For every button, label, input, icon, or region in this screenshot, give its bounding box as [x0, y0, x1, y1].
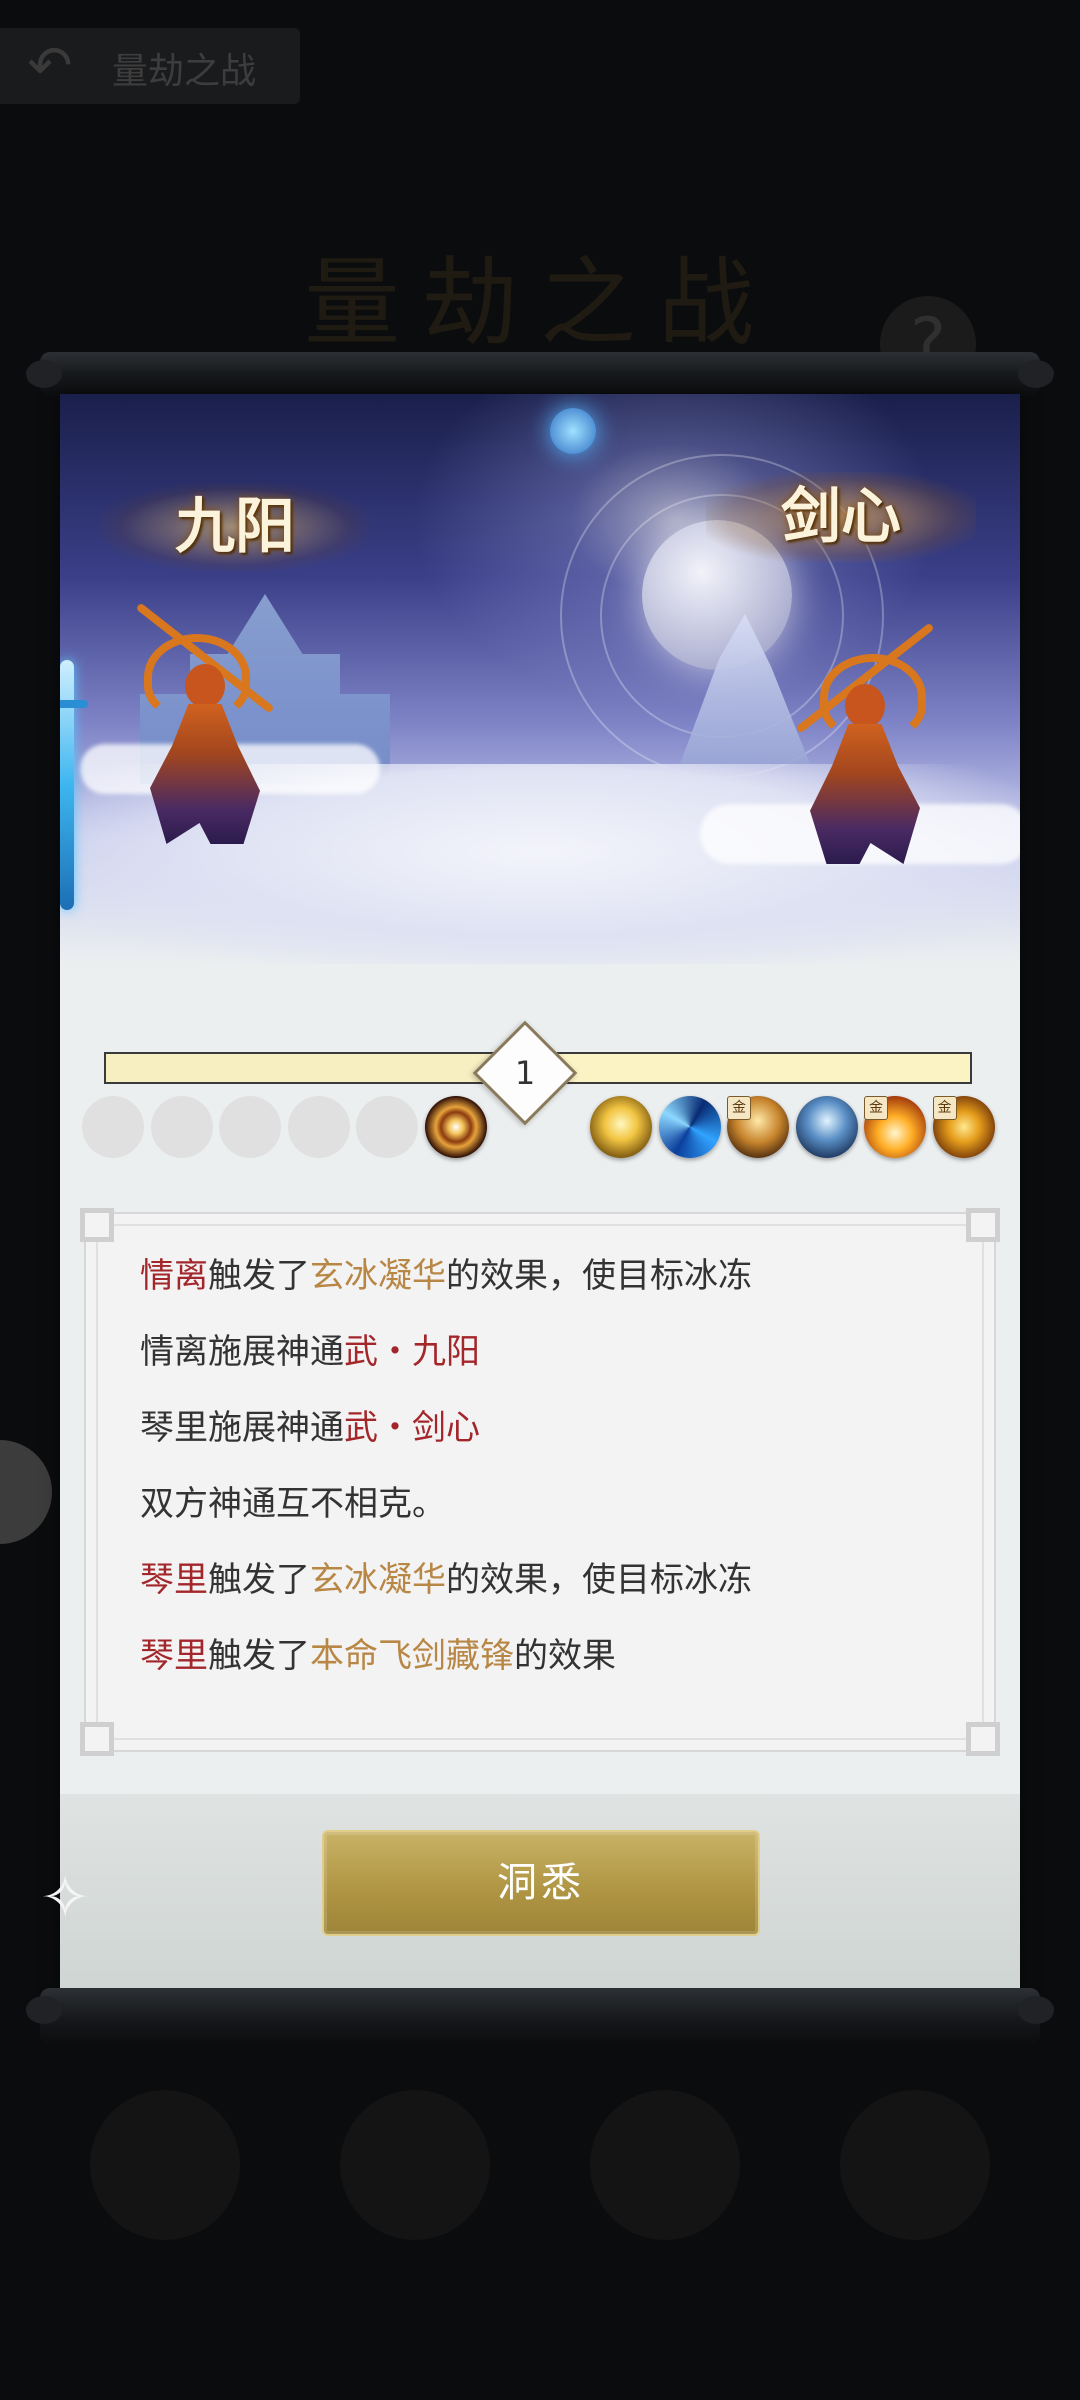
log-line: 双方神通互不相克。	[140, 1480, 752, 1556]
log-text: 的效果	[514, 1636, 616, 1676]
golden-ring-skill-icon: 金	[932, 1096, 995, 1158]
scroll-rod-bottom	[26, 1988, 1054, 2044]
blue-vortex-skill-icon	[658, 1096, 721, 1158]
background-bottom-nav	[40, 2090, 1040, 2290]
skill-tag: 金	[727, 1096, 751, 1120]
nav-bg-icon	[590, 2090, 740, 2240]
empty-skill-slot	[150, 1096, 213, 1158]
log-actor: 琴里	[140, 1560, 208, 1600]
left-fighter-silhouette	[130, 602, 280, 844]
progress-fill	[106, 1054, 538, 1082]
right-fighter-silhouette	[790, 622, 940, 864]
frame-corner	[966, 1208, 1000, 1242]
planet-icon	[550, 408, 596, 454]
back-arrow-icon[interactable]: ↶	[10, 36, 90, 96]
side-floating-button[interactable]	[0, 1440, 52, 1544]
log-text: 触发了	[208, 1560, 310, 1600]
log-text: 的效果，使目标冰冻	[446, 1560, 752, 1600]
empty-skill-slot	[287, 1096, 350, 1158]
battle-log-frame: 情离触发了玄冰凝华的效果，使目标冰冻 情离施展神通武・九阳 琴里施展神通武・剑心 双方…	[80, 1208, 1000, 1756]
log-text: 的效果，使目标冰冻	[446, 1256, 752, 1296]
log-text: 情离施展神通	[140, 1332, 344, 1372]
log-text: 触发了	[208, 1256, 310, 1296]
log-effect: 本命飞剑藏锋	[310, 1636, 514, 1676]
log-line: 情离施展神通武・九阳	[140, 1328, 752, 1404]
golden-figure-skill-icon	[590, 1096, 652, 1158]
log-skill: 武・九阳	[344, 1332, 480, 1372]
blue-warrior-skill-icon	[795, 1096, 858, 1158]
empty-skill-slot	[82, 1096, 144, 1158]
log-line: 琴里触发了玄冰凝华的效果，使目标冰冻	[140, 1556, 752, 1632]
crane-icon: ✧	[40, 1863, 91, 1933]
right-player-name: 剑心	[706, 472, 976, 562]
frame-corner	[966, 1722, 1000, 1756]
log-skill: 武・剑心	[344, 1408, 480, 1448]
log-line: 琴里触发了本命飞剑藏锋的效果	[140, 1632, 752, 1708]
log-line: 情离触发了玄冰凝华的效果，使目标冰冻	[140, 1252, 752, 1328]
eye-skill-icon	[424, 1096, 487, 1158]
log-text: 触发了	[208, 1636, 310, 1676]
header-title: 量劫之战	[112, 51, 257, 92]
empty-skill-slot	[356, 1096, 418, 1158]
frame-corner	[80, 1208, 114, 1242]
left-player-name: 九阳	[100, 482, 370, 572]
nav-bg-icon	[840, 2090, 990, 2240]
nav-bg-icon	[90, 2090, 240, 2240]
ice-sword-icon	[60, 660, 88, 910]
log-effect: 玄冰凝华	[310, 1256, 446, 1296]
flame-skill-icon: 金	[864, 1096, 926, 1158]
frame-corner	[80, 1722, 114, 1756]
empty-skill-slot	[219, 1096, 281, 1158]
scroll-rod-top	[26, 352, 1054, 396]
log-line: 琴里施展神通武・剑心	[140, 1404, 752, 1480]
log-actor: 情离	[140, 1256, 208, 1296]
log-text: 琴里施展神通	[140, 1408, 344, 1448]
confirm-button[interactable]: 洞悉	[322, 1830, 760, 1936]
battle-scene: 九阳 剑心	[60, 394, 1020, 964]
log-text: 双方神通互不相克。	[140, 1484, 446, 1524]
battle-result-panel: 九阳 剑心 1 金金金 情离触发了玄冰凝华的效果，使目标冰冻 情离施展神通武・九阳…	[40, 394, 1020, 1994]
nav-bg-icon	[340, 2090, 490, 2240]
archer-skill-icon: 金	[727, 1096, 789, 1158]
skill-tag: 金	[864, 1096, 888, 1120]
skill-tag: 金	[932, 1096, 957, 1120]
round-number: 1	[514, 1054, 536, 1092]
battle-log-list: 情离触发了玄冰凝华的效果，使目标冰冻 情离施展神通武・九阳 琴里施展神通武・剑心 双方…	[140, 1252, 752, 1708]
log-effect: 玄冰凝华	[310, 1560, 446, 1600]
log-actor: 琴里	[140, 1636, 208, 1676]
